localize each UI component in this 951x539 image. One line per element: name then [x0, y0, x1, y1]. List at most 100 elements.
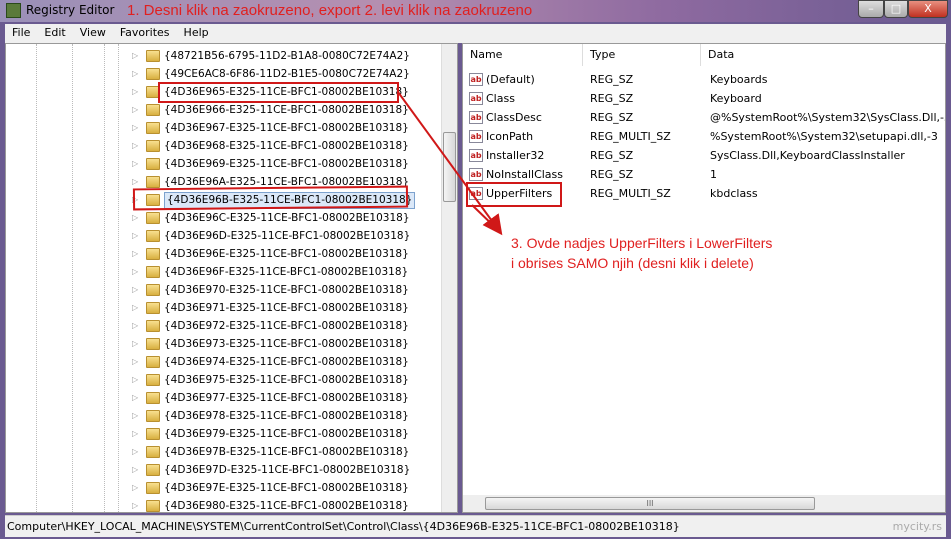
tree-item[interactable]: ▷ {4D36E969-E325-11CE-BFC1-08002BE10318}: [6, 155, 443, 173]
menu-help[interactable]: Help: [177, 24, 216, 43]
tree-item[interactable]: ▷ {4D36E977-E325-11CE-BFC1-08002BE10318}: [6, 389, 443, 407]
column-header-data[interactable]: Data: [701, 44, 945, 66]
folder-icon: [146, 248, 160, 260]
value-data: Keyboards: [710, 73, 768, 86]
tree-item-label: {4D36E977-E325-11CE-BFC1-08002BE10318}: [164, 392, 409, 404]
registry-key-tree[interactable]: ▷ {48721B56-6795-11D2-B1A8-0080C72E74A2} ▷…: [5, 43, 458, 513]
tree-item[interactable]: ▷ {4D36E966-E325-11CE-BFC1-08002BE10318}: [6, 101, 443, 119]
value-row[interactable]: ab IconPath REG_MULTI_SZ %SystemRoot%\Syste…: [463, 127, 945, 146]
folder-icon: [146, 464, 160, 476]
minimize-button[interactable]: –: [858, 0, 884, 18]
tree-item[interactable]: ▷ {4D36E975-E325-11CE-BFC1-08002BE10318}: [6, 371, 443, 389]
expand-arrow-icon[interactable]: ▷: [132, 371, 138, 389]
expand-arrow-icon[interactable]: ▷: [132, 47, 138, 65]
tree-item[interactable]: ▷ {4D36E979-E325-11CE-BFC1-08002BE10318}: [6, 425, 443, 443]
tree-item-label: {49CE6AC8-6F86-11D2-B1E5-0080C72E74A2}: [164, 68, 410, 80]
expand-arrow-icon[interactable]: ▷: [132, 83, 138, 101]
folder-icon: [146, 50, 160, 62]
annotation-circle-export-key: [158, 82, 399, 103]
value-row[interactable]: ab ClassDesc REG_SZ @%SystemRoot%\System32\…: [463, 108, 945, 127]
tree-item-label: {4D36E978-E325-11CE-BFC1-08002BE10318}: [164, 410, 409, 422]
tree-item[interactable]: ▷ {4D36E97E-E325-11CE-BFC1-08002BE10318}: [6, 479, 443, 497]
tree-item[interactable]: ▷ {4D36E96C-E325-11CE-BFC1-08002BE10318}: [6, 209, 443, 227]
menu-edit[interactable]: Edit: [37, 24, 72, 43]
maximize-button[interactable]: □: [884, 0, 908, 18]
expand-arrow-icon[interactable]: ▷: [132, 299, 138, 317]
folder-icon: [146, 158, 160, 170]
expand-arrow-icon[interactable]: ▷: [132, 335, 138, 353]
tree-item[interactable]: ▷ {4D36E97B-E325-11CE-BFC1-08002BE10318}: [6, 443, 443, 461]
registry-values-list[interactable]: Name Type Data ab (Default) REG_SZ Keyboard…: [462, 43, 946, 513]
folder-icon: [146, 482, 160, 494]
scrollbar-thumb[interactable]: [443, 132, 456, 202]
close-button[interactable]: X: [908, 0, 948, 18]
expand-arrow-icon[interactable]: ▷: [132, 353, 138, 371]
expand-arrow-icon[interactable]: ▷: [132, 443, 138, 461]
list-horizontal-scrollbar[interactable]: III: [463, 495, 945, 512]
tree-item[interactable]: ▷ {49CE6AC8-6F86-11D2-B1E5-0080C72E74A2}: [6, 65, 443, 83]
expand-arrow-icon[interactable]: ▷: [132, 65, 138, 83]
menu-file[interactable]: File: [5, 24, 37, 43]
tree-item-label: {4D36E972-E325-11CE-BFC1-08002BE10318}: [164, 320, 409, 332]
tree-item[interactable]: ▷ {4D36E97D-E325-11CE-BFC1-08002BE10318}: [6, 461, 443, 479]
expand-arrow-icon[interactable]: ▷: [132, 137, 138, 155]
folder-icon: [146, 266, 160, 278]
tree-item-label: {4D36E974-E325-11CE-BFC1-08002BE10318}: [164, 356, 409, 368]
tree-item[interactable]: ▷ {4D36E972-E325-11CE-BFC1-08002BE10318}: [6, 317, 443, 335]
expand-arrow-icon[interactable]: ▷: [132, 209, 138, 227]
value-data: SysClass.Dll,KeyboardClassInstaller: [710, 149, 905, 162]
expand-arrow-icon[interactable]: ▷: [132, 479, 138, 497]
tree-item[interactable]: ▷ {4D36E974-E325-11CE-BFC1-08002BE10318}: [6, 353, 443, 371]
tree-item-label: {4D36E97B-E325-11CE-BFC1-08002BE10318}: [164, 446, 410, 458]
folder-icon: [146, 446, 160, 458]
tree-item[interactable]: ▷ {4D36E968-E325-11CE-BFC1-08002BE10318}: [6, 137, 443, 155]
tree-item[interactable]: ▷ {4D36E973-E325-11CE-BFC1-08002BE10318}: [6, 335, 443, 353]
tree-item[interactable]: ▷ {4D36E980-E325-11CE-BFC1-08002BE10318}: [6, 497, 443, 512]
expand-arrow-icon[interactable]: ▷: [132, 497, 138, 512]
menu-favorites[interactable]: Favorites: [113, 24, 177, 43]
expand-arrow-icon[interactable]: ▷: [132, 245, 138, 263]
tree-item[interactable]: ▷ {4D36E978-E325-11CE-BFC1-08002BE10318}: [6, 407, 443, 425]
expand-arrow-icon[interactable]: ▷: [132, 227, 138, 245]
value-type: REG_SZ: [590, 149, 634, 162]
expand-arrow-icon[interactable]: ▷: [132, 263, 138, 281]
window-title: Registry Editor: [26, 3, 115, 17]
tree-item-label: {4D36E96C-E325-11CE-BFC1-08002BE10318}: [164, 212, 410, 224]
value-row[interactable]: ab (Default) REG_SZ Keyboards: [463, 70, 945, 89]
value-row[interactable]: ab Class REG_SZ Keyboard: [463, 89, 945, 108]
expand-arrow-icon[interactable]: ▷: [132, 281, 138, 299]
folder-icon: [146, 140, 160, 152]
tree-item[interactable]: ▷ {4D36E96E-E325-11CE-BFC1-08002BE10318}: [6, 245, 443, 263]
tree-vertical-scrollbar[interactable]: [441, 44, 457, 512]
tree-item[interactable]: ▷ {4D36E96F-E325-11CE-BFC1-08002BE10318}: [6, 263, 443, 281]
expand-arrow-icon[interactable]: ▷: [132, 425, 138, 443]
folder-icon: [146, 212, 160, 224]
expand-arrow-icon[interactable]: ▷: [132, 155, 138, 173]
value-row[interactable]: ab Installer32 REG_SZ SysClass.Dll,Keyboard…: [463, 146, 945, 165]
scrollbar-thumb[interactable]: III: [485, 497, 815, 510]
expand-arrow-icon[interactable]: ▷: [132, 407, 138, 425]
string-value-icon: ab: [469, 168, 483, 181]
folder-icon: [146, 500, 160, 512]
tree-item-label: {4D36E97D-E325-11CE-BFC1-08002BE10318}: [164, 464, 411, 476]
tree-item[interactable]: ▷ {4D36E967-E325-11CE-BFC1-08002BE10318}: [6, 119, 443, 137]
value-name: Class: [486, 92, 515, 105]
tree-item[interactable]: ▷ {48721B56-6795-11D2-B1A8-0080C72E74A2}: [6, 47, 443, 65]
tree-item-label: {4D36E970-E325-11CE-BFC1-08002BE10318}: [164, 284, 409, 296]
column-header-type[interactable]: Type: [583, 44, 701, 66]
value-name: (Default): [486, 73, 535, 86]
expand-arrow-icon[interactable]: ▷: [132, 119, 138, 137]
expand-arrow-icon[interactable]: ▷: [132, 461, 138, 479]
column-header-name[interactable]: Name: [463, 44, 583, 66]
expand-arrow-icon[interactable]: ▷: [132, 101, 138, 119]
tree-item-label: {4D36E96F-E325-11CE-BFC1-08002BE10318}: [164, 266, 409, 278]
tree-item[interactable]: ▷ {4D36E970-E325-11CE-BFC1-08002BE10318}: [6, 281, 443, 299]
folder-icon: [146, 374, 160, 386]
expand-arrow-icon[interactable]: ▷: [132, 389, 138, 407]
tree-item[interactable]: ▷ {4D36E96D-E325-11CE-BFC1-08002BE10318}: [6, 227, 443, 245]
menu-view[interactable]: View: [73, 24, 113, 43]
tree-item[interactable]: ▷ {4D36E971-E325-11CE-BFC1-08002BE10318}: [6, 299, 443, 317]
string-value-icon: ab: [469, 130, 483, 143]
expand-arrow-icon[interactable]: ▷: [132, 317, 138, 335]
registry-editor-icon: [6, 3, 21, 18]
